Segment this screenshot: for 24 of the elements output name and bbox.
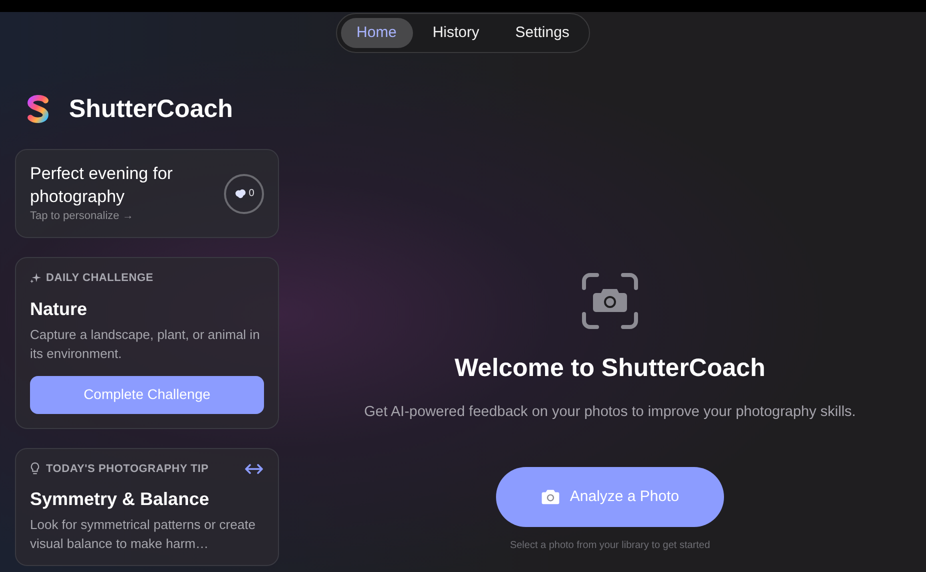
lightbulb-icon (30, 462, 40, 476)
points-count: 0 (248, 187, 254, 201)
card-title: Perfect evening for photography (30, 163, 174, 208)
section-label: DAILY CHALLENGE (46, 271, 154, 286)
camera-viewfinder-icon (581, 272, 639, 330)
tip-description: Look for symmetrical patterns or create visual balance to make harm… (30, 516, 256, 553)
challenge-description: Capture a landscape, plant, or animal in its environment. (30, 326, 261, 362)
weather-card[interactable]: Perfect evening for photography Tap to personalize → 0 (15, 149, 279, 238)
sparkle-icon (30, 272, 41, 284)
nav-tab[interactable]: Home (340, 18, 413, 48)
tip-card[interactable]: TODAY'S PHOTOGRAPHY TIP Symmetry & Balance Look for symmetrical patterns or create visual balance to make harm… (15, 448, 279, 566)
camera-icon (540, 489, 560, 506)
tip-title: Symmetry & Balance (30, 488, 210, 511)
helper-text: Select a photo from your library to get started (510, 539, 710, 554)
section-label: TODAY'S PHOTOGRAPHY TIP (46, 462, 209, 476)
challenge-title: Nature (30, 298, 88, 320)
nav-tab[interactable]: Settings (499, 18, 586, 48)
cloud-icon (234, 188, 247, 199)
app-title: ShutterCoach (69, 94, 233, 126)
personalize-link[interactable]: Tap to personalize → (30, 208, 210, 225)
welcome-subtitle: Get AI-powered feedback on your photos to improve your photography skills. (364, 402, 856, 422)
nav-tab[interactable]: History (416, 18, 496, 48)
welcome-title: Welcome to ShutterCoach (454, 353, 766, 384)
swap-arrows-icon[interactable] (244, 462, 264, 475)
